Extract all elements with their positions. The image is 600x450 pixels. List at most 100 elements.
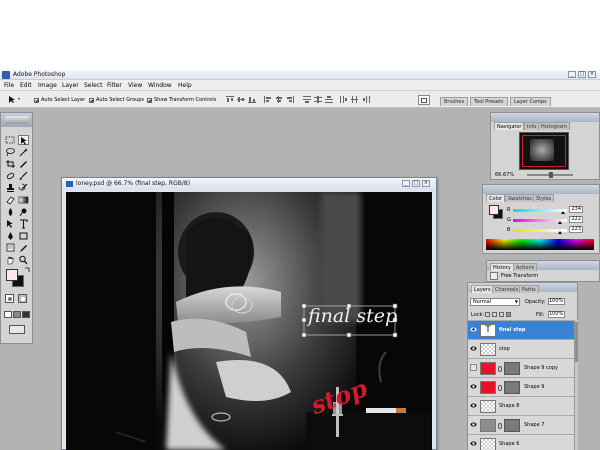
slider-thumb-icon[interactable]	[558, 231, 563, 234]
gradient-tool-icon[interactable]	[18, 195, 29, 205]
standard-mode-icon[interactable]	[5, 294, 14, 303]
layer-row-shape-9[interactable]: Shape 9	[468, 377, 574, 396]
layer-row-shape-9-copy[interactable]: Shape 9 copy	[468, 358, 574, 377]
layer-name[interactable]: Shape 6	[499, 441, 519, 447]
channel-r-slider[interactable]	[513, 209, 567, 214]
distribute-right-icon[interactable]	[362, 96, 370, 103]
eye-icon[interactable]	[470, 383, 477, 390]
lasso-tool-icon[interactable]	[5, 147, 16, 157]
menu-file[interactable]: File	[4, 82, 14, 89]
clone-stamp-tool-icon[interactable]	[5, 183, 16, 193]
marquee-tool-icon[interactable]	[5, 135, 16, 145]
layer-name[interactable]: final step	[499, 327, 525, 333]
channel-r-value[interactable]: 234	[569, 206, 583, 213]
layer-row-shape-8[interactable]: Shape 8	[468, 396, 574, 415]
align-horizontal-center-icon[interactable]	[275, 96, 283, 103]
screen-mode-full-icon[interactable]	[22, 311, 30, 318]
tab-channels[interactable]: Channels	[492, 285, 522, 293]
history-brush-tool-icon[interactable]	[18, 183, 29, 193]
minimize-button[interactable]: _	[568, 71, 576, 78]
blur-tool-icon[interactable]	[5, 207, 16, 217]
screen-mode-standard-icon[interactable]	[4, 311, 12, 318]
navigator-view-box[interactable]	[522, 135, 566, 167]
tab-histogram[interactable]: Histogram	[538, 122, 570, 130]
eraser-tool-icon[interactable]	[5, 195, 16, 205]
channel-g-slider[interactable]	[513, 219, 567, 224]
healing-brush-tool-icon[interactable]	[5, 171, 16, 181]
color-panel-header[interactable]	[483, 185, 599, 194]
shape-tool-icon[interactable]	[18, 231, 29, 241]
layer-row-final-step[interactable]: T final step	[468, 320, 574, 339]
eye-icon[interactable]	[470, 421, 477, 428]
color-fg-swatch[interactable]	[489, 205, 499, 215]
layer-name[interactable]: Shape 9 copy	[524, 365, 558, 371]
brush-tool-icon[interactable]	[18, 171, 29, 181]
maximize-button[interactable]: □	[578, 71, 586, 78]
fill-field[interactable]: 100%	[548, 311, 565, 318]
channel-g-value[interactable]: 222	[569, 216, 583, 223]
notes-tool-icon[interactable]	[5, 243, 16, 253]
navigator-zoom-thumb[interactable]	[549, 172, 553, 178]
menu-window[interactable]: Window	[148, 82, 172, 89]
eye-icon[interactable]	[470, 345, 477, 352]
well-tab-tool-presets[interactable]: Tool Presets	[470, 97, 508, 106]
align-left-icon[interactable]	[264, 96, 272, 103]
menu-layer[interactable]: Layer	[62, 82, 79, 89]
navigator-preview[interactable]	[519, 132, 569, 170]
navigator-zoom-slider[interactable]	[527, 172, 573, 178]
jump-to-imageready-icon[interactable]	[9, 325, 25, 334]
layer-row-shape-6[interactable]: Shape 6	[468, 434, 574, 450]
document-close-button[interactable]: ×	[422, 180, 430, 187]
menu-select[interactable]: Select	[84, 82, 103, 89]
auto-select-groups-checkbox[interactable]: Auto Select Groups	[89, 96, 144, 104]
tab-color[interactable]: Color	[486, 194, 506, 202]
tab-actions[interactable]: Actions	[513, 263, 538, 271]
move-tool-preset-icon[interactable]	[8, 95, 20, 104]
align-bottom-icon[interactable]	[248, 96, 256, 103]
distribute-vertical-center-icon[interactable]	[314, 96, 322, 103]
tab-layers[interactable]: Layers	[471, 285, 494, 293]
menu-edit[interactable]: Edit	[20, 82, 32, 89]
lock-transparency-icon[interactable]	[485, 312, 490, 317]
navigator-zoom-value[interactable]: 66.67%	[495, 172, 514, 178]
tab-swatches[interactable]: Swatches	[505, 194, 535, 202]
menu-view[interactable]: View	[128, 82, 142, 89]
zoom-tool-icon[interactable]	[18, 255, 29, 265]
slider-thumb-icon[interactable]	[558, 221, 563, 224]
history-item-free-transform[interactable]: Free Transform	[501, 273, 538, 279]
dodge-tool-icon[interactable]	[18, 207, 29, 217]
distribute-bottom-icon[interactable]	[325, 96, 333, 103]
eye-icon[interactable]	[470, 402, 477, 409]
layer-row-stop[interactable]: stop	[468, 339, 574, 358]
lock-all-icon[interactable]	[506, 312, 511, 317]
well-tab-brushes[interactable]: Brushes	[440, 97, 469, 106]
channel-b-slider[interactable]	[513, 229, 567, 234]
quick-mask-mode-icon[interactable]	[18, 294, 27, 303]
document-minimize-button[interactable]: _	[402, 180, 410, 187]
opacity-field[interactable]: 100%	[548, 298, 565, 305]
show-transform-controls-checkbox[interactable]: Show Transform Controls	[147, 96, 216, 104]
align-vertical-center-icon[interactable]	[237, 96, 245, 103]
distribute-top-icon[interactable]	[303, 96, 311, 103]
distribute-left-icon[interactable]	[340, 96, 348, 103]
image-canvas[interactable]: final step stop	[66, 192, 432, 450]
final-step-text[interactable]: final step	[308, 305, 397, 327]
layer-name[interactable]: Shape 7	[524, 422, 544, 428]
menu-image[interactable]: Image	[38, 82, 57, 89]
navigator-panel-header[interactable]	[491, 113, 599, 122]
foreground-color-swatch[interactable]	[6, 269, 18, 281]
layer-name[interactable]: stop	[499, 346, 510, 352]
lock-pixels-icon[interactable]	[492, 312, 497, 317]
lock-position-icon[interactable]	[499, 312, 504, 317]
menu-help[interactable]: Help	[178, 82, 192, 89]
screen-mode-full-menu-icon[interactable]	[13, 311, 21, 318]
swap-colors-icon[interactable]	[25, 267, 30, 272]
slice-tool-icon[interactable]	[18, 159, 29, 169]
magic-wand-tool-icon[interactable]	[18, 147, 29, 157]
eyedropper-tool-icon[interactable]	[18, 243, 29, 253]
color-spectrum-ramp[interactable]	[486, 239, 594, 250]
layer-name[interactable]: Shape 9	[524, 384, 544, 390]
close-button[interactable]: ×	[588, 71, 596, 78]
type-tool-icon[interactable]	[18, 219, 29, 229]
layer-row-shape-7[interactable]: Shape 7	[468, 415, 574, 434]
